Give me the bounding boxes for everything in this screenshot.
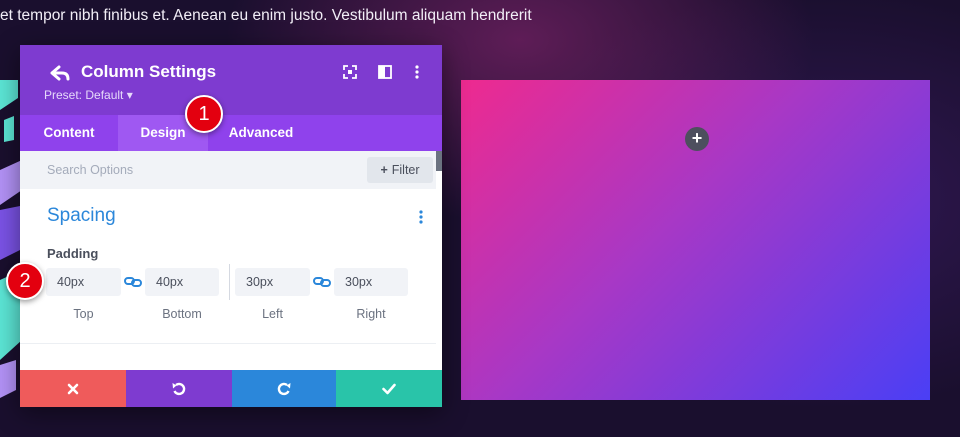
callout-badge-2: 2 <box>6 262 44 300</box>
padding-right-input[interactable]: 30px <box>334 268 408 296</box>
add-module-button[interactable]: + <box>685 127 709 151</box>
scrollbar[interactable] <box>436 151 442 171</box>
link-icon[interactable] <box>313 275 331 289</box>
padding-label: Padding <box>47 246 99 261</box>
padding-divider <box>229 264 230 300</box>
spacing-section-title[interactable]: Spacing <box>47 205 116 227</box>
padding-left-label: Left <box>262 307 283 321</box>
modal-footer <box>20 370 442 407</box>
filter-label: Filter <box>391 163 420 177</box>
search-options-placeholder: Search Options <box>47 163 134 177</box>
modal-title: Column Settings <box>81 62 217 81</box>
redo-icon <box>277 382 291 395</box>
back-arrow-icon[interactable] <box>50 65 70 81</box>
tab-advanced[interactable]: Advanced <box>208 115 314 151</box>
split-view-icon[interactable] <box>376 63 394 81</box>
padding-top-input[interactable]: 40px <box>46 268 121 296</box>
column-settings-modal: Column Settings Preset: Default ▾ Conten… <box>20 45 442 407</box>
plus-icon: + <box>691 128 703 148</box>
fullscreen-icon[interactable] <box>341 63 359 81</box>
padding-bottom-input[interactable]: 40px <box>145 268 219 296</box>
section-options-icon[interactable] <box>416 209 426 225</box>
redo-button[interactable] <box>232 370 336 407</box>
tab-content[interactable]: Content <box>20 115 118 151</box>
padding-top-label: Top <box>73 307 94 321</box>
link-icon[interactable] <box>124 275 142 289</box>
modal-header: Column Settings Preset: Default ▾ <box>20 45 442 115</box>
filter-button[interactable]: + Filter <box>367 157 433 183</box>
section-divider <box>20 343 436 344</box>
padding-bottom-label: Bottom <box>162 307 202 321</box>
cancel-button[interactable] <box>20 370 126 407</box>
callout-badge-1: 1 <box>185 95 223 133</box>
save-button[interactable] <box>336 370 442 407</box>
background-paragraph: et tempor nibh finibus et. Aenean eu eni… <box>0 7 532 24</box>
more-options-icon[interactable] <box>408 63 426 81</box>
undo-icon <box>172 382 186 395</box>
undo-button[interactable] <box>126 370 232 407</box>
padding-right-label: Right <box>356 307 386 321</box>
preset-selector[interactable]: Preset: Default ▾ <box>44 88 133 102</box>
padding-left-input[interactable]: 30px <box>235 268 310 296</box>
plus-icon: + <box>380 163 388 177</box>
modal-tabs: Content Design Advanced <box>20 115 442 151</box>
checkmark-icon <box>382 383 396 394</box>
close-icon <box>67 383 79 394</box>
search-options-bar[interactable]: Search Options + Filter <box>20 151 436 189</box>
modal-body: Search Options + Filter Spacing Padding 4… <box>20 151 442 370</box>
